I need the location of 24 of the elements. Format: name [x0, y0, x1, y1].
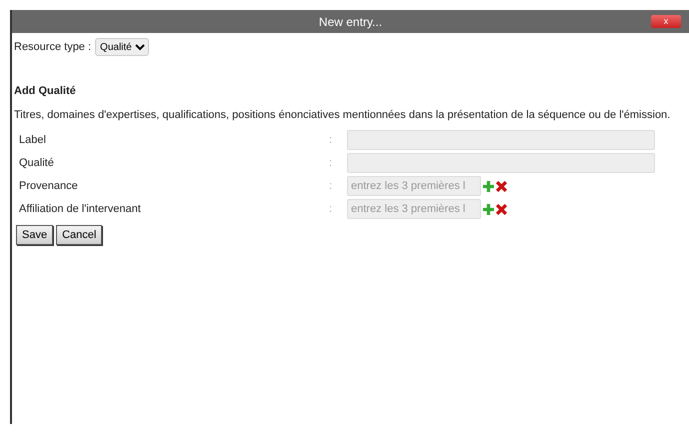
field-label: Label: [19, 134, 47, 146]
cancel-button[interactable]: Cancel: [56, 225, 102, 245]
separator: :: [329, 180, 334, 192]
field-label: Provenance: [19, 180, 79, 192]
close-button[interactable]: x: [651, 15, 681, 28]
plus-icon[interactable]: [483, 180, 494, 192]
field-label: Qualité: [19, 157, 55, 169]
input-field[interactable]: [347, 153, 655, 173]
separator: :: [329, 134, 334, 146]
window-title: New entry...: [318, 14, 382, 28]
input-field[interactable]: [347, 130, 655, 150]
save-button[interactable]: Save: [16, 225, 54, 245]
description-text: Titres, domaines d'expertises, qualifications, positions énonciatives mentionnées dans la présentation de la séquence ou de l'émission.: [14, 108, 672, 123]
section-heading: Add Qualité: [14, 85, 77, 97]
field-label: Resource type :: [14, 41, 92, 53]
separator: :: [329, 157, 334, 169]
lookup-field[interactable]: entrez les 3 premières l: [347, 199, 481, 219]
separator: :: [329, 203, 334, 215]
remove-icon[interactable]: [496, 204, 507, 214]
field-label: Affiliation de l'intervenant: [19, 203, 142, 215]
lookup-field[interactable]: entrez les 3 premières l: [347, 176, 481, 196]
plus-icon[interactable]: [483, 204, 494, 214]
remove-icon[interactable]: [496, 180, 507, 192]
resource-type-dropdown[interactable]: Qualité: [95, 38, 150, 56]
